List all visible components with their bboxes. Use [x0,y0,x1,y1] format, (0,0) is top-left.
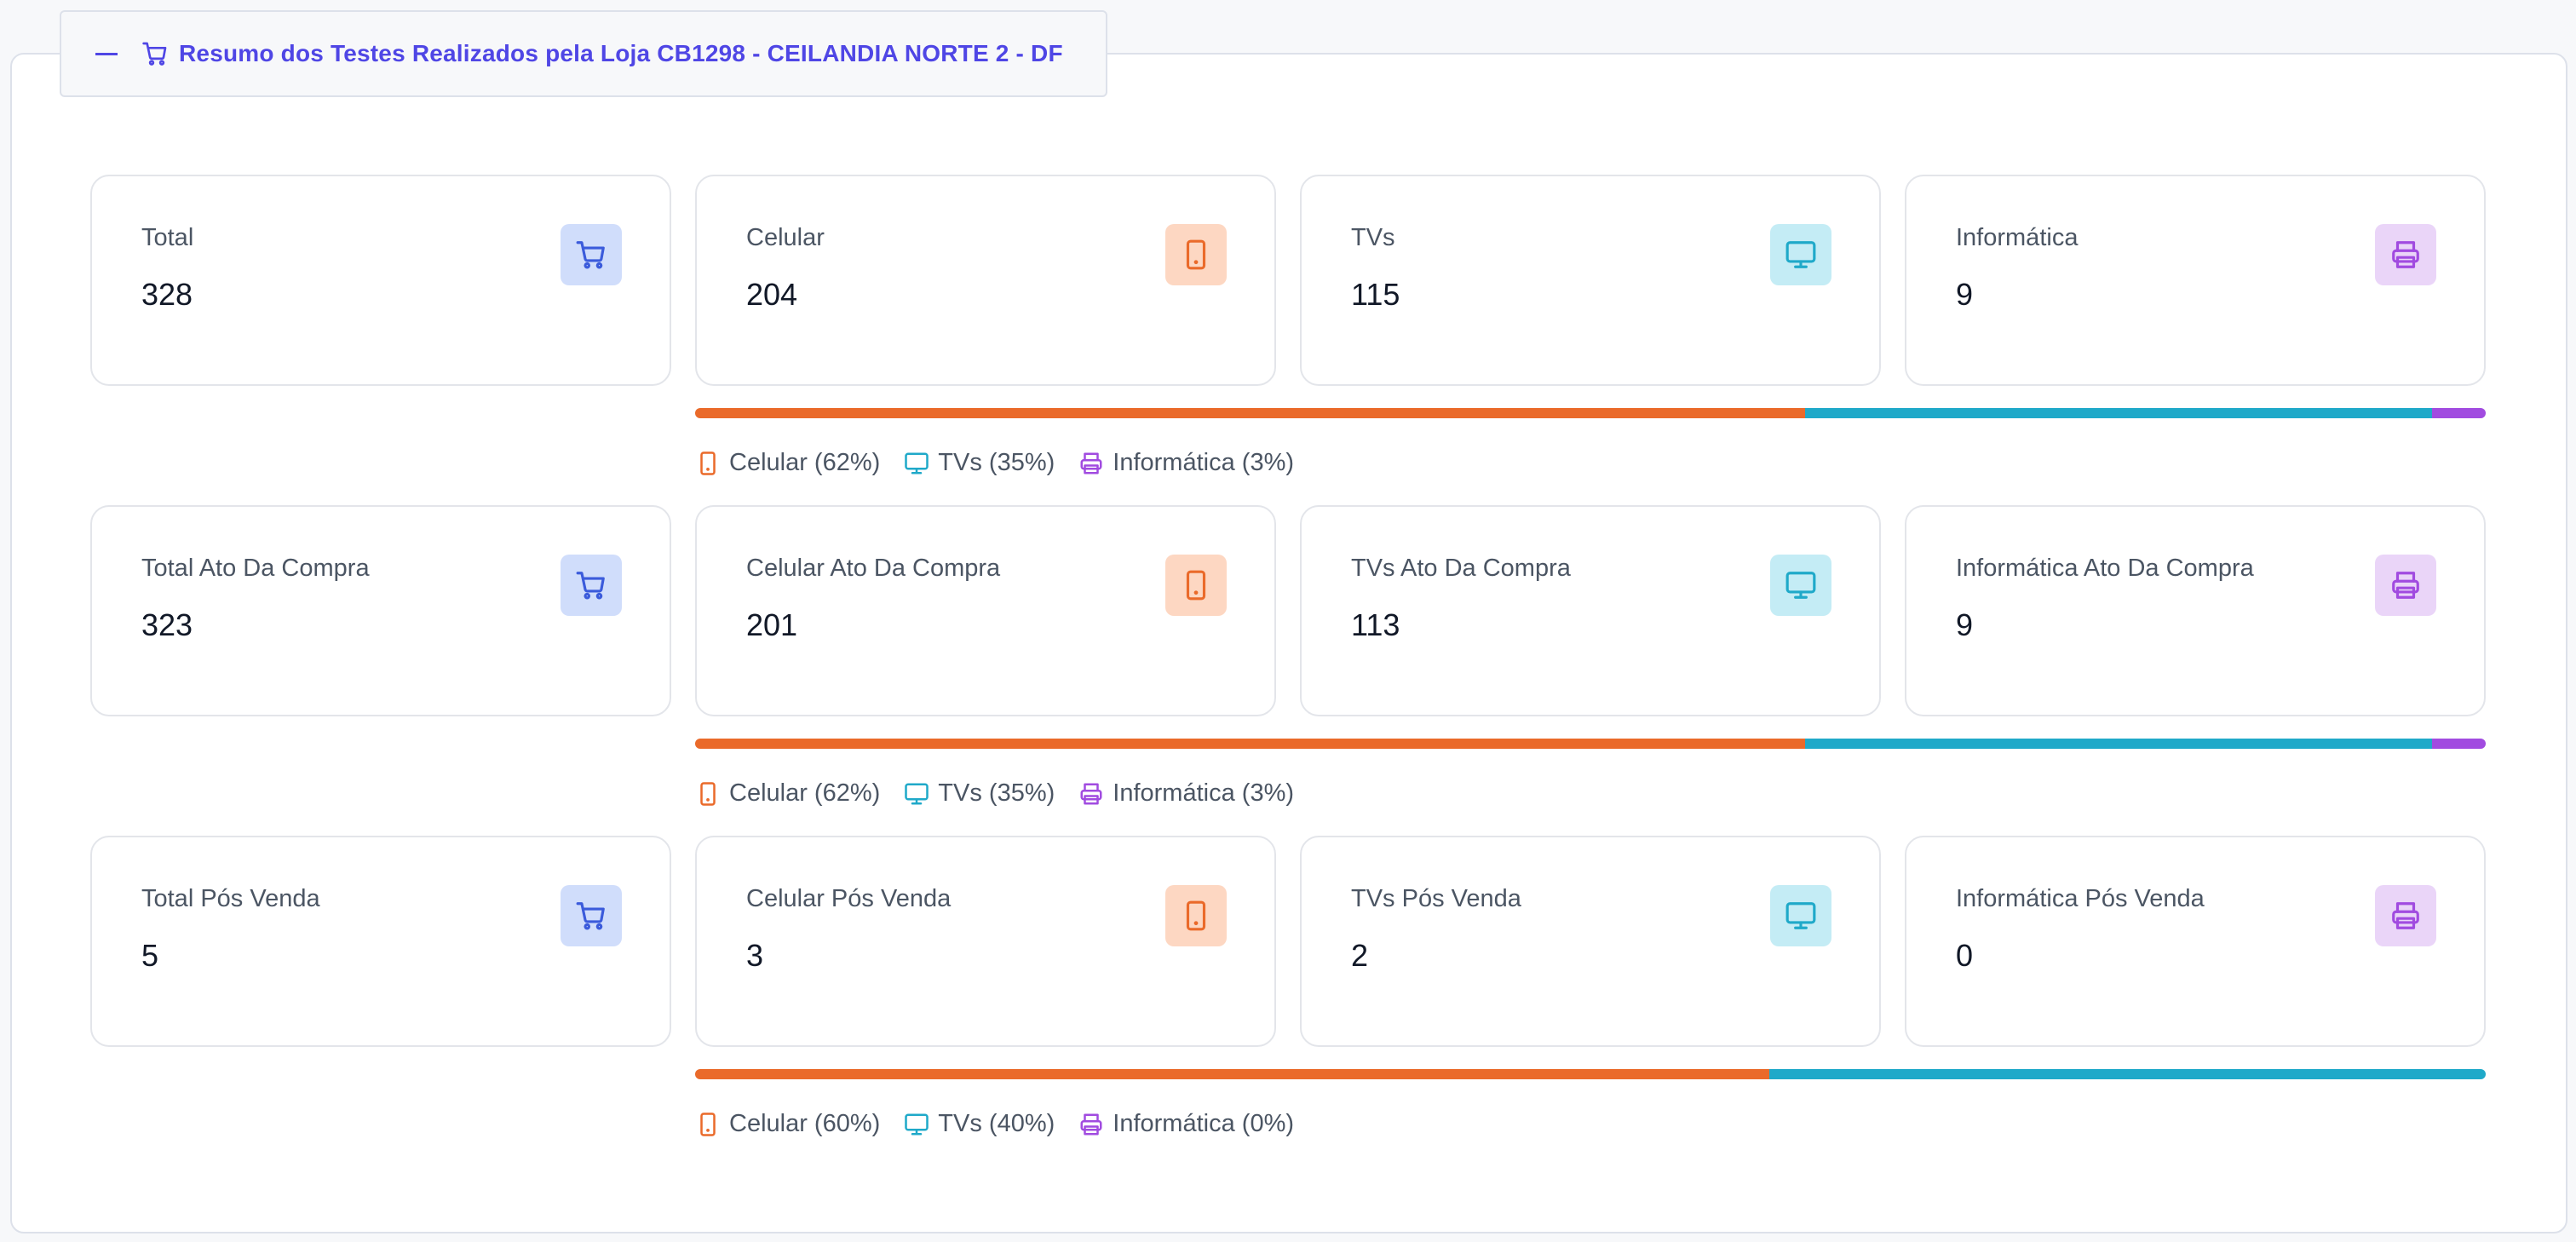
card-value: 3 [746,938,764,973]
legend-label: Informática (0%) [1113,1110,1295,1137]
monitor-icon [904,451,938,476]
printer-icon [2375,885,2436,946]
legend-label: Informática (3%) [1113,779,1295,807]
printer-icon [2375,224,2436,285]
monitor-icon [1770,555,1831,616]
distribution-bar [695,739,2486,749]
distribution-bar [695,408,2486,418]
legend-label: TVs (35%) [938,779,1055,807]
legend-item-tvs: TVs (40%) [904,1110,1055,1138]
card-total: Total Pós Venda 5 [90,836,671,1047]
distribution-segment-celular [695,1069,1770,1079]
smartphone-icon [1165,885,1227,946]
card-value: 323 [141,607,193,642]
card-value: 115 [1351,277,1400,312]
card-total: Total 328 [90,175,671,386]
legend-label: TVs (40%) [938,1110,1055,1137]
legend-item-celular: Celular (60%) [695,1110,880,1138]
distribution-bar [695,1069,2486,1079]
smartphone-icon [695,1112,729,1137]
smartphone-icon [695,451,729,476]
card-value: 9 [1956,277,1974,312]
distribution-segment-celular [695,739,1806,749]
card-informatica: Informática Pós Venda 0 [1905,836,2486,1047]
monitor-icon [904,1112,938,1137]
monitor-icon [1770,224,1831,285]
distribution-segment-tvs [1805,739,2432,749]
card-celular: Celular 204 [695,175,1276,386]
legend-item-tvs: TVs (35%) [904,449,1055,477]
card-label: Total Pós Venda [141,885,320,912]
card-label: Celular [746,224,825,251]
distribution-segment-celular [695,408,1806,418]
printer-icon [1078,451,1113,476]
smartphone-icon [1165,224,1227,285]
card-value: 204 [746,277,798,312]
card-label: TVs [1351,224,1395,251]
legend-item-informatica: Informática (3%) [1078,449,1294,477]
card-total: Total Ato Da Compra 323 [90,505,671,716]
legend-label: Celular (62%) [729,449,881,476]
distribution-legend: Celular (62%) TVs (35%) Informática (3%) [695,449,1318,477]
card-value: 5 [141,938,159,973]
card-label: Total [141,224,194,251]
legend-item-informatica: Informática (0%) [1078,1110,1294,1138]
distribution-segment-informatica [2431,408,2486,418]
card-label: Total Ato Da Compra [141,555,370,582]
shopping-cart-icon [561,885,622,946]
printer-icon [2375,555,2436,616]
legend-item-informatica: Informática (3%) [1078,779,1294,808]
legend-label: Informática (3%) [1113,449,1295,476]
smartphone-icon [1165,555,1227,616]
card-label: TVs Ato Da Compra [1351,555,1571,582]
distribution-legend: Celular (60%) TVs (40%) Informática (0%) [695,1110,1318,1138]
printer-icon [1078,1112,1113,1137]
section-title: Resumo dos Testes Realizados pela Loja C… [179,40,1063,66]
card-label: Informática Pós Venda [1956,885,2205,912]
card-informatica: Informática 9 [1905,175,2486,386]
card-value: 201 [746,607,798,642]
card-label: Celular Ato Da Compra [746,555,1001,582]
shopping-cart-icon [141,40,169,67]
distribution-segment-informatica [2431,739,2486,749]
card-label: Celular Pós Venda [746,885,952,912]
card-tvs: TVs 115 [1300,175,1881,386]
card-tvs: TVs Ato Da Compra 113 [1300,505,1881,716]
card-label: Informática [1956,224,2079,251]
distribution-legend: Celular (62%) TVs (35%) Informática (3%) [695,779,1318,808]
card-label: Informática Ato Da Compra [1956,555,2254,582]
card-value: 2 [1351,938,1369,973]
printer-icon [1078,781,1113,807]
card-value: 9 [1956,607,1974,642]
shopping-cart-icon [561,224,622,285]
monitor-icon [904,781,938,807]
smartphone-icon [695,781,729,807]
card-value: 328 [141,277,193,312]
legend-label: Celular (62%) [729,779,881,807]
monitor-icon [1770,885,1831,946]
legend-item-celular: Celular (62%) [695,779,880,808]
legend-item-tvs: TVs (35%) [904,779,1055,808]
card-celular: Celular Ato Da Compra 201 [695,505,1276,716]
distribution-segment-tvs [1769,1069,2486,1079]
card-celular: Celular Pós Venda 3 [695,836,1276,1047]
card-tvs: TVs Pós Venda 2 [1300,836,1881,1047]
section-header[interactable]: Resumo dos Testes Realizados pela Loja C… [60,10,1107,97]
card-informatica: Informática Ato Da Compra 9 [1905,505,2486,716]
legend-label: TVs (35%) [938,449,1055,476]
distribution-segment-tvs [1805,408,2432,418]
legend-item-celular: Celular (62%) [695,449,880,477]
card-label: TVs Pós Venda [1351,885,1521,912]
shopping-cart-icon [561,555,622,616]
legend-label: Celular (60%) [729,1110,881,1137]
collapse-icon[interactable] [95,52,118,55]
card-value: 0 [1956,938,1974,973]
card-value: 113 [1351,607,1400,642]
